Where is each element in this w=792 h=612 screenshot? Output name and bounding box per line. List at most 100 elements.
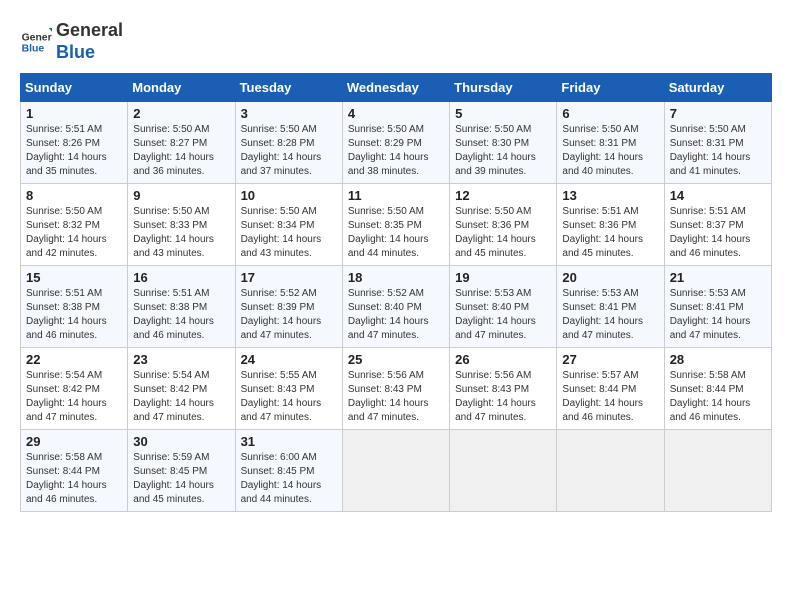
logo-text: General Blue <box>56 20 123 63</box>
day-info: Sunrise: 5:56 AM Sunset: 8:43 PM Dayligh… <box>348 369 444 425</box>
day-number: 21 <box>670 270 766 285</box>
day-info: Sunrise: 5:50 AM Sunset: 8:36 PM Dayligh… <box>455 205 551 261</box>
calendar-cell: 30 Sunrise: 5:59 AM Sunset: 8:45 PM Dayl… <box>128 430 235 512</box>
svg-text:Blue: Blue <box>22 43 45 54</box>
logo-icon: General Blue <box>20 26 52 58</box>
day-number: 18 <box>348 270 444 285</box>
day-number: 4 <box>348 106 444 121</box>
calendar-cell <box>557 430 664 512</box>
page-header: General Blue General Blue <box>20 20 772 63</box>
calendar-cell: 23 Sunrise: 5:54 AM Sunset: 8:42 PM Dayl… <box>128 348 235 430</box>
calendar-cell: 27 Sunrise: 5:57 AM Sunset: 8:44 PM Dayl… <box>557 348 664 430</box>
calendar-cell <box>450 430 557 512</box>
day-info: Sunrise: 5:58 AM Sunset: 8:44 PM Dayligh… <box>26 451 122 507</box>
calendar-cell: 6 Sunrise: 5:50 AM Sunset: 8:31 PM Dayli… <box>557 102 664 184</box>
calendar-cell: 1 Sunrise: 5:51 AM Sunset: 8:26 PM Dayli… <box>21 102 128 184</box>
calendar-cell: 2 Sunrise: 5:50 AM Sunset: 8:27 PM Dayli… <box>128 102 235 184</box>
day-header-wednesday: Wednesday <box>342 74 449 102</box>
day-info: Sunrise: 5:54 AM Sunset: 8:42 PM Dayligh… <box>133 369 229 425</box>
calendar-cell: 4 Sunrise: 5:50 AM Sunset: 8:29 PM Dayli… <box>342 102 449 184</box>
day-number: 14 <box>670 188 766 203</box>
day-number: 16 <box>133 270 229 285</box>
day-info: Sunrise: 5:51 AM Sunset: 8:38 PM Dayligh… <box>26 287 122 343</box>
calendar-cell: 12 Sunrise: 5:50 AM Sunset: 8:36 PM Dayl… <box>450 184 557 266</box>
calendar-cell: 24 Sunrise: 5:55 AM Sunset: 8:43 PM Dayl… <box>235 348 342 430</box>
days-header-row: SundayMondayTuesdayWednesdayThursdayFrid… <box>21 74 772 102</box>
day-info: Sunrise: 5:50 AM Sunset: 8:33 PM Dayligh… <box>133 205 229 261</box>
day-info: Sunrise: 5:53 AM Sunset: 8:40 PM Dayligh… <box>455 287 551 343</box>
day-number: 24 <box>241 352 337 367</box>
day-info: Sunrise: 5:53 AM Sunset: 8:41 PM Dayligh… <box>670 287 766 343</box>
day-info: Sunrise: 5:56 AM Sunset: 8:43 PM Dayligh… <box>455 369 551 425</box>
day-info: Sunrise: 5:52 AM Sunset: 8:40 PM Dayligh… <box>348 287 444 343</box>
day-info: Sunrise: 5:57 AM Sunset: 8:44 PM Dayligh… <box>562 369 658 425</box>
day-info: Sunrise: 5:50 AM Sunset: 8:34 PM Dayligh… <box>241 205 337 261</box>
calendar-cell: 17 Sunrise: 5:52 AM Sunset: 8:39 PM Dayl… <box>235 266 342 348</box>
calendar-cell: 13 Sunrise: 5:51 AM Sunset: 8:36 PM Dayl… <box>557 184 664 266</box>
calendar-cell: 9 Sunrise: 5:50 AM Sunset: 8:33 PM Dayli… <box>128 184 235 266</box>
day-info: Sunrise: 5:50 AM Sunset: 8:30 PM Dayligh… <box>455 123 551 179</box>
logo: General Blue General Blue <box>20 20 123 63</box>
calendar-cell: 29 Sunrise: 5:58 AM Sunset: 8:44 PM Dayl… <box>21 430 128 512</box>
day-number: 12 <box>455 188 551 203</box>
day-number: 22 <box>26 352 122 367</box>
day-info: Sunrise: 5:52 AM Sunset: 8:39 PM Dayligh… <box>241 287 337 343</box>
day-number: 8 <box>26 188 122 203</box>
calendar-cell: 31 Sunrise: 6:00 AM Sunset: 8:45 PM Dayl… <box>235 430 342 512</box>
day-header-monday: Monday <box>128 74 235 102</box>
day-number: 29 <box>26 434 122 449</box>
calendar-cell: 22 Sunrise: 5:54 AM Sunset: 8:42 PM Dayl… <box>21 348 128 430</box>
day-info: Sunrise: 5:55 AM Sunset: 8:43 PM Dayligh… <box>241 369 337 425</box>
day-header-thursday: Thursday <box>450 74 557 102</box>
day-number: 11 <box>348 188 444 203</box>
calendar-cell: 18 Sunrise: 5:52 AM Sunset: 8:40 PM Dayl… <box>342 266 449 348</box>
day-info: Sunrise: 5:50 AM Sunset: 8:31 PM Dayligh… <box>562 123 658 179</box>
calendar-cell: 7 Sunrise: 5:50 AM Sunset: 8:31 PM Dayli… <box>664 102 771 184</box>
day-info: Sunrise: 5:59 AM Sunset: 8:45 PM Dayligh… <box>133 451 229 507</box>
day-number: 5 <box>455 106 551 121</box>
calendar-cell: 26 Sunrise: 5:56 AM Sunset: 8:43 PM Dayl… <box>450 348 557 430</box>
day-info: Sunrise: 5:50 AM Sunset: 8:28 PM Dayligh… <box>241 123 337 179</box>
day-info: Sunrise: 5:51 AM Sunset: 8:26 PM Dayligh… <box>26 123 122 179</box>
week-row-2: 1 Sunrise: 5:51 AM Sunset: 8:26 PM Dayli… <box>21 102 772 184</box>
calendar-cell: 20 Sunrise: 5:53 AM Sunset: 8:41 PM Dayl… <box>557 266 664 348</box>
calendar-cell <box>664 430 771 512</box>
day-number: 7 <box>670 106 766 121</box>
day-number: 20 <box>562 270 658 285</box>
day-info: Sunrise: 5:50 AM Sunset: 8:32 PM Dayligh… <box>26 205 122 261</box>
day-number: 30 <box>133 434 229 449</box>
day-number: 26 <box>455 352 551 367</box>
day-number: 2 <box>133 106 229 121</box>
calendar-cell: 16 Sunrise: 5:51 AM Sunset: 8:38 PM Dayl… <box>128 266 235 348</box>
day-info: Sunrise: 5:53 AM Sunset: 8:41 PM Dayligh… <box>562 287 658 343</box>
day-number: 25 <box>348 352 444 367</box>
day-number: 6 <box>562 106 658 121</box>
day-number: 28 <box>670 352 766 367</box>
day-info: Sunrise: 5:50 AM Sunset: 8:29 PM Dayligh… <box>348 123 444 179</box>
calendar-cell: 8 Sunrise: 5:50 AM Sunset: 8:32 PM Dayli… <box>21 184 128 266</box>
day-info: Sunrise: 5:51 AM Sunset: 8:37 PM Dayligh… <box>670 205 766 261</box>
day-number: 23 <box>133 352 229 367</box>
day-number: 17 <box>241 270 337 285</box>
calendar-cell: 14 Sunrise: 5:51 AM Sunset: 8:37 PM Dayl… <box>664 184 771 266</box>
calendar-cell: 15 Sunrise: 5:51 AM Sunset: 8:38 PM Dayl… <box>21 266 128 348</box>
calendar-cell: 25 Sunrise: 5:56 AM Sunset: 8:43 PM Dayl… <box>342 348 449 430</box>
day-info: Sunrise: 5:51 AM Sunset: 8:38 PM Dayligh… <box>133 287 229 343</box>
week-row-5: 22 Sunrise: 5:54 AM Sunset: 8:42 PM Dayl… <box>21 348 772 430</box>
calendar-cell: 10 Sunrise: 5:50 AM Sunset: 8:34 PM Dayl… <box>235 184 342 266</box>
day-info: Sunrise: 5:50 AM Sunset: 8:35 PM Dayligh… <box>348 205 444 261</box>
day-number: 3 <box>241 106 337 121</box>
day-header-friday: Friday <box>557 74 664 102</box>
week-row-3: 8 Sunrise: 5:50 AM Sunset: 8:32 PM Dayli… <box>21 184 772 266</box>
day-number: 31 <box>241 434 337 449</box>
day-header-saturday: Saturday <box>664 74 771 102</box>
day-info: Sunrise: 5:50 AM Sunset: 8:27 PM Dayligh… <box>133 123 229 179</box>
day-number: 27 <box>562 352 658 367</box>
day-number: 13 <box>562 188 658 203</box>
calendar-cell: 19 Sunrise: 5:53 AM Sunset: 8:40 PM Dayl… <box>450 266 557 348</box>
calendar-table: SundayMondayTuesdayWednesdayThursdayFrid… <box>20 73 772 512</box>
calendar-cell <box>342 430 449 512</box>
day-number: 9 <box>133 188 229 203</box>
day-header-sunday: Sunday <box>21 74 128 102</box>
day-header-tuesday: Tuesday <box>235 74 342 102</box>
